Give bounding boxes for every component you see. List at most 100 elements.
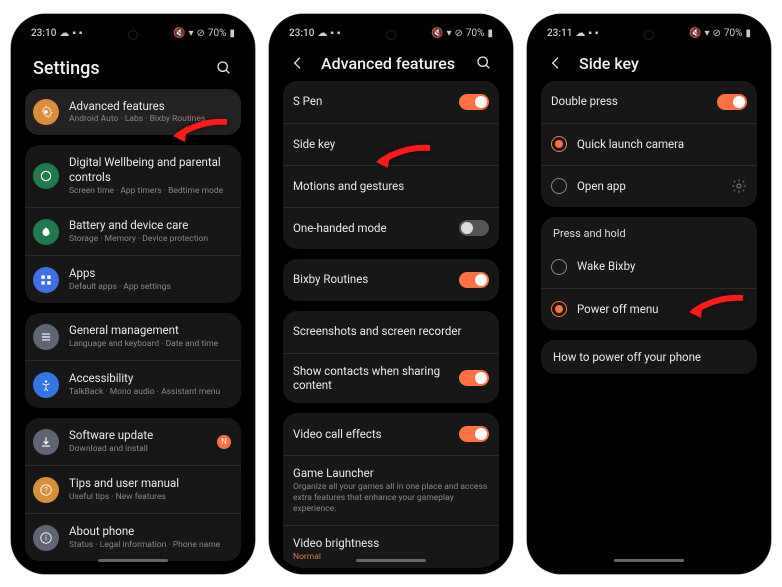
tips-icon: ? [33, 477, 59, 503]
phone-frame-3: 23:11 ☁ ▪ ▪ 🔇 ▾ ⊘ 70% ▮ Side key Double [527, 14, 771, 574]
battery-care-icon [33, 219, 59, 245]
item-title: One-handed mode [293, 221, 449, 236]
notif-icon: ▪ [330, 28, 334, 39]
option-open-app[interactable]: Open app [541, 165, 757, 207]
section-head: Double press [551, 94, 707, 109]
item-title: Advanced features [69, 99, 231, 114]
mute-icon: 🔇 [173, 28, 185, 39]
search-icon[interactable] [475, 54, 493, 72]
radio-button[interactable] [551, 301, 567, 317]
camera-notch [128, 30, 138, 40]
radio-button[interactable] [551, 178, 567, 194]
radio-button[interactable] [551, 136, 567, 152]
item-sub: Android Auto · Labs · Bixby Routines [69, 114, 231, 125]
section-press-hold: Press and hold [541, 217, 757, 246]
adv-item-side-key[interactable]: Side key [283, 123, 499, 165]
toggle-switch[interactable] [459, 370, 489, 386]
adv-item-bixby[interactable]: Bixby Routines [283, 259, 499, 301]
header: Side key [533, 44, 765, 81]
item-title: Accessibility [69, 371, 231, 386]
nav-bar[interactable] [98, 559, 168, 562]
update-icon [33, 429, 59, 455]
item-title: Tips and user manual [69, 476, 231, 491]
battery-pct: 70% [724, 28, 743, 39]
option-label: Open app [577, 179, 721, 194]
nav-bar[interactable] [614, 559, 684, 562]
settings-item-software-update[interactable]: Software update Download and install N [25, 418, 241, 465]
radio-button[interactable] [551, 259, 567, 275]
back-icon[interactable] [289, 54, 307, 72]
adv-item-game-launcher[interactable]: Game Launcher Organize all your games al… [283, 455, 499, 525]
camera-notch [644, 30, 654, 40]
notification-badge: N [217, 435, 231, 449]
nav-bar[interactable] [356, 559, 426, 562]
gear-icon[interactable] [731, 178, 747, 194]
battery-icon: ▮ [487, 28, 493, 39]
adv-item-video-call[interactable]: Video call effects [283, 413, 499, 455]
advanced-list: S Pen Side key Motions and gestures One-… [275, 81, 507, 568]
toggle-switch[interactable] [459, 220, 489, 236]
option-label: Quick launch camera [577, 137, 747, 152]
no-sim-icon: ⊘ [455, 28, 463, 39]
page-title: Settings [33, 58, 201, 79]
adv-item-spen[interactable]: S Pen [283, 81, 499, 123]
settings-item-digital-wellbeing[interactable]: Digital Wellbeing and parental controls … [25, 145, 241, 207]
item-sub: Default apps · App settings [69, 282, 231, 293]
item-title: Screenshots and screen recorder [293, 324, 489, 339]
search-icon[interactable] [215, 59, 233, 77]
toggle-switch[interactable] [459, 426, 489, 442]
wellbeing-icon [33, 163, 59, 189]
item-title: Software update [69, 428, 207, 443]
option-quick-launch-camera[interactable]: Quick launch camera [541, 123, 757, 165]
settings-item-advanced-features[interactable]: Advanced features Android Auto · Labs · … [25, 89, 241, 136]
item-title: Side key [293, 137, 489, 152]
notif-icon: ▪ [72, 28, 76, 39]
back-icon[interactable] [547, 54, 565, 72]
item-title: Motions and gestures [293, 179, 489, 194]
item-title: Video call effects [293, 427, 449, 442]
side-key-options: Double press Quick launch camera Open ap… [533, 81, 765, 424]
toggle-switch[interactable] [459, 272, 489, 288]
option-wake-bixby[interactable]: Wake Bixby [541, 246, 757, 288]
settings-item-accessibility[interactable]: Accessibility TalkBack · Mono audio · As… [25, 360, 241, 408]
item-sub: Organize all your games all in one place… [293, 482, 489, 515]
wifi-icon: ▾ [188, 28, 193, 39]
status-time: 23:10 [289, 28, 314, 39]
adv-item-screenshots[interactable]: Screenshots and screen recorder [283, 311, 499, 353]
adv-item-motions[interactable]: Motions and gestures [283, 165, 499, 207]
gear-circle-icon [33, 99, 59, 125]
settings-item-tips[interactable]: ? Tips and user manual Useful tips · New… [25, 465, 241, 513]
cloud-icon: ☁ [317, 28, 327, 39]
option-label: Power off menu [577, 302, 747, 317]
mute-icon: 🔇 [689, 28, 701, 39]
settings-item-battery[interactable]: Battery and device care Storage · Memory… [25, 207, 241, 255]
header: Settings [17, 44, 249, 89]
page-title: Side key [579, 54, 751, 73]
option-power-off-menu[interactable]: Power off menu [541, 288, 757, 330]
item-title: Apps [69, 266, 231, 281]
item-sub: Storage · Memory · Device protection [69, 234, 231, 245]
about-icon: i [33, 525, 59, 551]
no-sim-icon: ⊘ [197, 28, 205, 39]
phone-frame-2: 23:10 ☁ ▪ ▪ 🔇 ▾ ⊘ 70% ▮ Advanced feature… [269, 14, 513, 574]
toggle-switch[interactable] [459, 94, 489, 110]
item-title: Digital Wellbeing and parental controls [69, 155, 231, 185]
settings-item-apps[interactable]: Apps Default apps · App settings [25, 255, 241, 303]
item-title: Show contacts when sharing content [293, 364, 449, 394]
option-label: Wake Bixby [577, 259, 747, 274]
item-title: Battery and device care [69, 218, 231, 233]
item-title: About phone [69, 524, 231, 539]
toggle-switch[interactable] [717, 94, 747, 110]
adv-item-one-handed[interactable]: One-handed mode [283, 207, 499, 249]
general-icon [33, 324, 59, 350]
settings-item-general[interactable]: General management Language and keyboard… [25, 313, 241, 360]
settings-item-about-phone[interactable]: i About phone Status · Legal information… [25, 513, 241, 561]
battery-pct: 70% [208, 28, 227, 39]
adv-item-show-contacts[interactable]: Show contacts when sharing content [283, 353, 499, 404]
status-time: 23:11 [547, 28, 572, 39]
accessibility-icon [33, 372, 59, 398]
settings-list: Advanced features Android Auto · Labs · … [17, 89, 249, 568]
how-to-link[interactable]: How to power off your phone [541, 340, 757, 374]
cloud-icon: ☁ [59, 28, 69, 39]
battery-icon: ▮ [745, 28, 751, 39]
